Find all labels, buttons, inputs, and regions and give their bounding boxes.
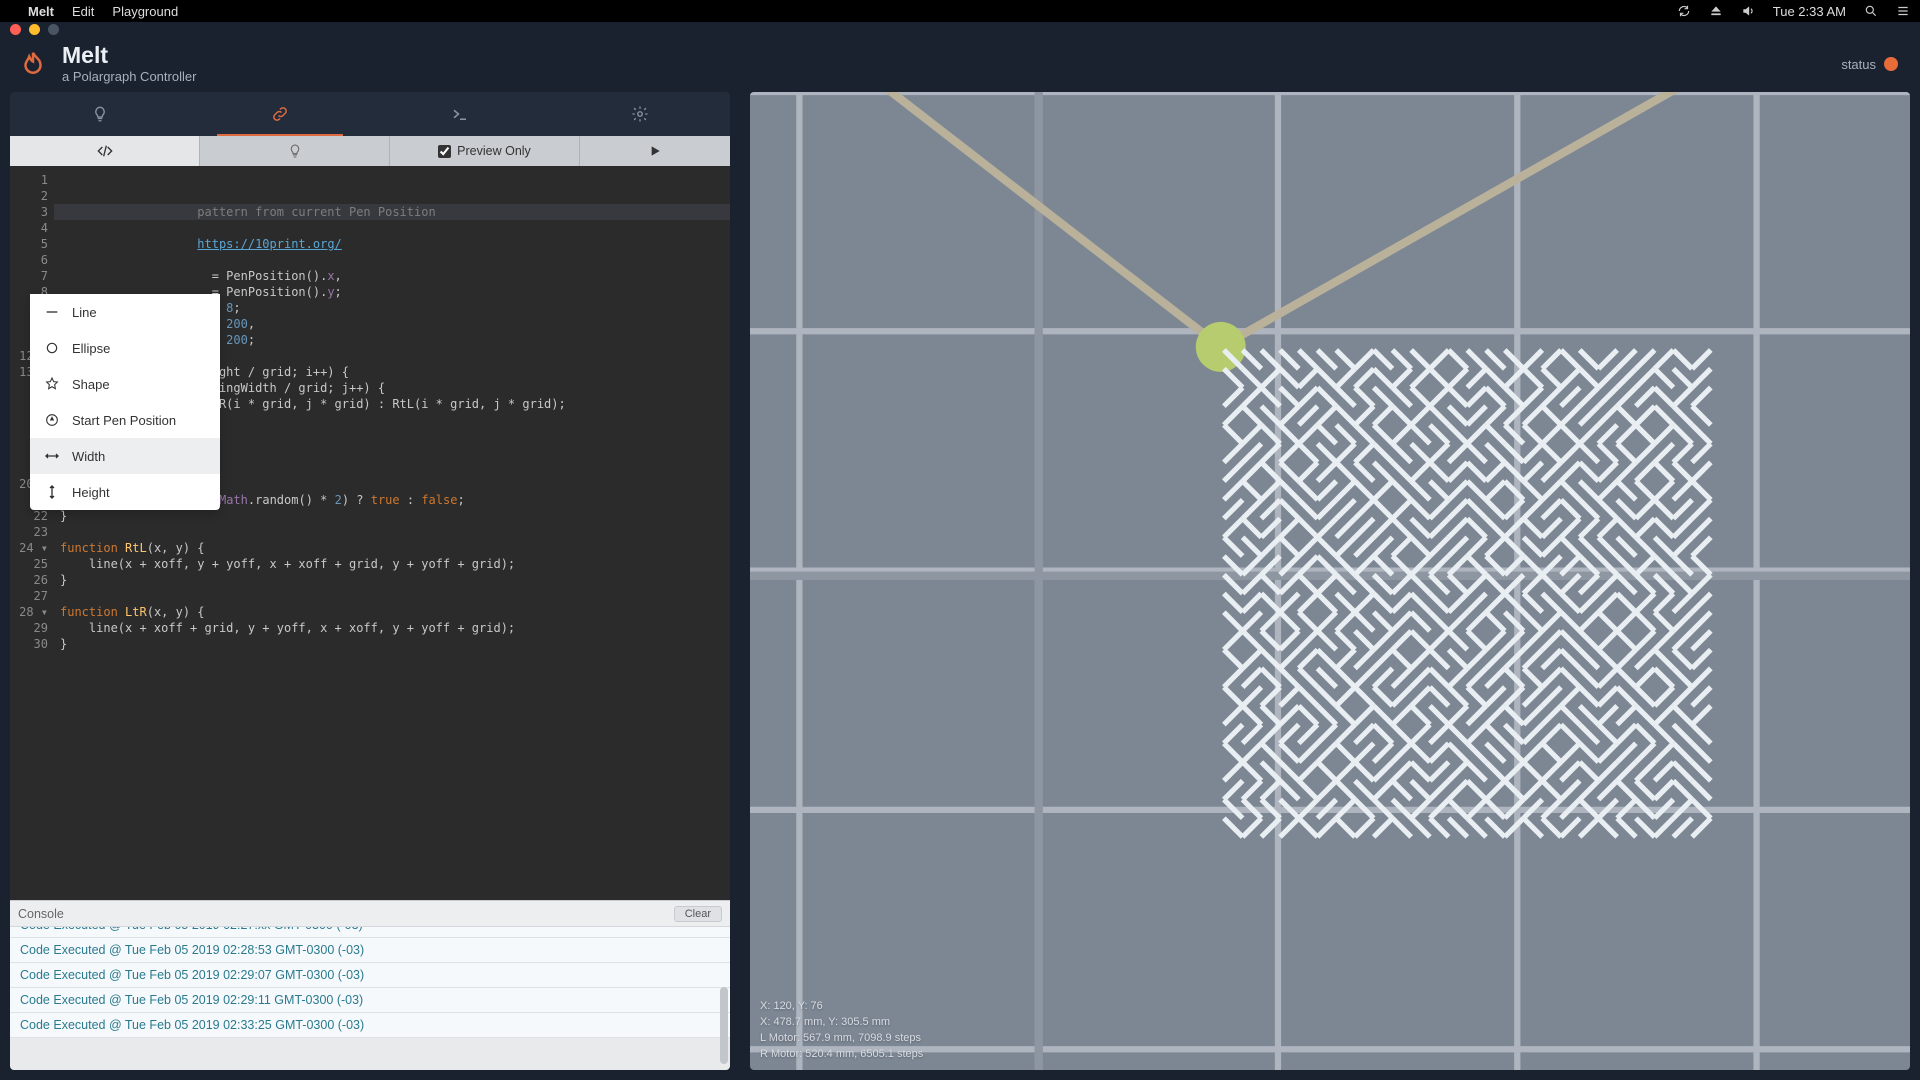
console-scrollbar[interactable] [720, 987, 728, 1064]
preview-only-label: Preview Only [457, 144, 531, 158]
tab-settings[interactable] [550, 92, 730, 136]
console-row: Code Executed @ Tue Feb 05 2019 02:29:11… [10, 988, 730, 1013]
dropdown-item-label: Width [72, 449, 105, 464]
tab-link[interactable] [190, 92, 370, 136]
menu-icon[interactable] [1896, 4, 1910, 18]
spotlight-icon[interactable] [1864, 4, 1878, 18]
menubar-item-playground[interactable]: Playground [112, 4, 178, 19]
overlay-left-motor: L Motor: 567.9 mm, 7098.9 steps [760, 1030, 923, 1046]
editor-content[interactable]: pattern from current Pen Position https:… [54, 166, 730, 900]
toolbar-insert-shape[interactable] [10, 136, 200, 166]
harrow-icon [44, 448, 60, 464]
preview-only-checkbox[interactable] [438, 145, 451, 158]
tab-hints[interactable] [10, 92, 190, 136]
window-controls [0, 22, 1920, 36]
play-icon [647, 143, 663, 159]
minimize-window-button[interactable] [29, 24, 40, 35]
console-row: Code Executed @ Tue Feb 05 2019 02:27:xx… [10, 927, 730, 938]
menubar-clock[interactable]: Tue 2:33 AM [1773, 4, 1846, 19]
dropdown-item-label: Start Pen Position [72, 413, 176, 428]
overlay-grid-coords: X: 120, Y: 76 [760, 998, 923, 1014]
tab-terminal[interactable] [370, 92, 550, 136]
sync-icon[interactable] [1677, 4, 1691, 18]
plotter-canvas[interactable]: X: 120, Y: 76 X: 478.7 mm, Y: 305.5 mm L… [750, 92, 1910, 1070]
close-window-button[interactable] [10, 24, 21, 35]
line-icon [44, 304, 60, 320]
ellipse-icon [44, 340, 60, 356]
console-body[interactable]: Code Executed @ Tue Feb 05 2019 02:27:xx… [10, 927, 730, 1070]
dropdown-item-height[interactable]: Height [30, 474, 220, 510]
zoom-window-button[interactable] [48, 24, 59, 35]
console-clear-button[interactable]: Clear [674, 906, 722, 922]
varrow-icon [44, 484, 60, 500]
primary-tabs [10, 92, 730, 136]
bulb-icon [91, 105, 109, 123]
bulb-icon [287, 143, 303, 159]
dropdown-item-width[interactable]: Width [30, 438, 220, 474]
toolbar-run[interactable] [580, 136, 730, 166]
console-row: Code Executed @ Tue Feb 05 2019 02:29:07… [10, 963, 730, 988]
app-subtitle: a Polargraph Controller [62, 69, 196, 84]
dropdown-item-start-pen-position[interactable]: Start Pen Position [30, 402, 220, 438]
dropdown-item-shape[interactable]: Shape [30, 366, 220, 402]
macos-menubar: Melt Edit Playground Tue 2:33 AM [0, 0, 1920, 22]
dropdown-item-label: Ellipse [72, 341, 110, 356]
maze-drawing [1224, 350, 1711, 837]
flame-icon [18, 49, 48, 79]
dropdown-item-label: Shape [72, 377, 110, 392]
pen-cords [750, 92, 1910, 347]
code-icon [97, 143, 113, 159]
menubar-app-name[interactable]: Melt [28, 4, 54, 19]
dropdown-item-line[interactable]: Line [30, 294, 220, 330]
console-panel: Console Clear Code Executed @ Tue Feb 05… [10, 900, 730, 1070]
code-editor[interactable]: 123456789101112 ▾13 ▾14151617181920 ▾212… [10, 166, 730, 900]
console-label: Console [18, 907, 64, 921]
overlay-right-motor: R Motor: 520.4 mm, 6505.1 steps [760, 1046, 923, 1062]
toolbar-preview-only[interactable]: Preview Only [390, 136, 580, 166]
star-icon [44, 376, 60, 392]
status-label: status [1841, 57, 1876, 72]
menubar-item-edit[interactable]: Edit [72, 4, 94, 19]
status-indicator-icon [1884, 57, 1898, 71]
connection-status[interactable]: status [1841, 57, 1898, 72]
dropdown-item-label: Height [72, 485, 110, 500]
toolbar-hints[interactable] [200, 136, 390, 166]
console-row: Code Executed @ Tue Feb 05 2019 02:28:53… [10, 938, 730, 963]
app-header: Melt a Polargraph Controller status [0, 36, 1920, 92]
overlay-mm-coords: X: 478.7 mm, Y: 305.5 mm [760, 1014, 923, 1030]
console-row: Code Executed @ Tue Feb 05 2019 02:33:25… [10, 1013, 730, 1038]
app-title: Melt [62, 44, 196, 67]
target-icon [44, 412, 60, 428]
editor-gutter: 123456789101112 ▾13 ▾14151617181920 ▾212… [10, 166, 54, 900]
editor-toolbar: Preview Only [10, 136, 730, 166]
canvas-overlay-info: X: 120, Y: 76 X: 478.7 mm, Y: 305.5 mm L… [760, 998, 923, 1062]
terminal-icon [451, 105, 469, 123]
gear-icon [631, 105, 649, 123]
dropdown-item-ellipse[interactable]: Ellipse [30, 330, 220, 366]
eject-icon[interactable] [1709, 4, 1723, 18]
link-icon [271, 105, 289, 123]
dropdown-item-label: Line [72, 305, 97, 320]
volume-icon[interactable] [1741, 4, 1755, 18]
insert-shape-dropdown[interactable]: Line Ellipse Shape Start Pen Position Width H… [30, 294, 220, 510]
